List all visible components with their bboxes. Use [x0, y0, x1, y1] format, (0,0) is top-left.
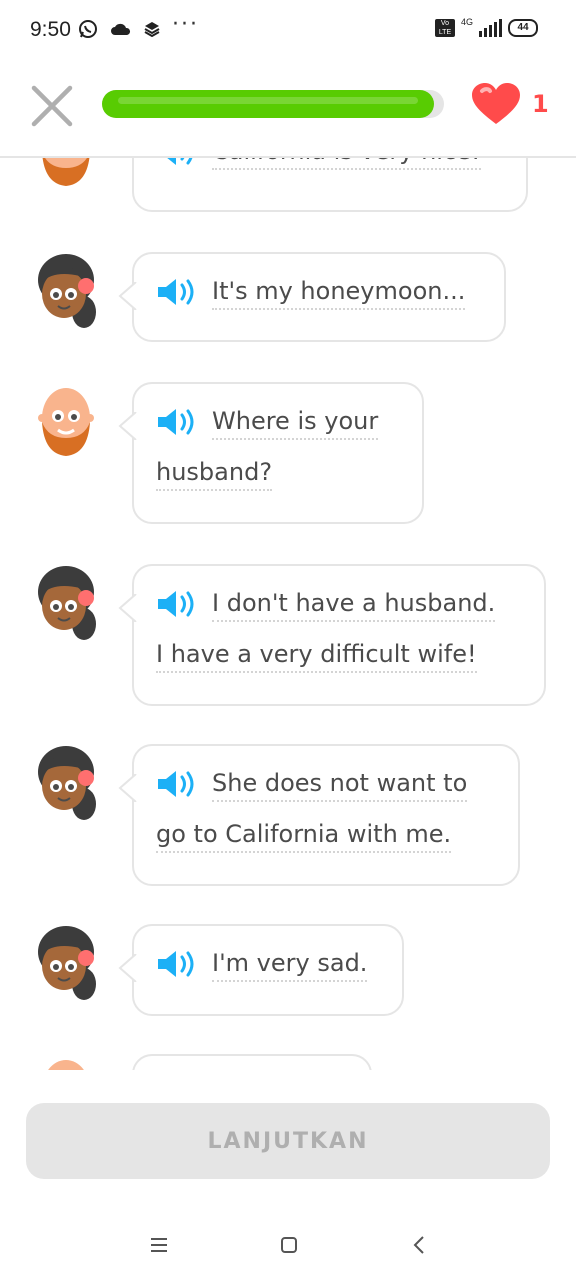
speaker-icon[interactable]	[156, 766, 196, 797]
menu-icon	[151, 1238, 167, 1252]
heart-icon	[472, 83, 520, 124]
hearts-counter[interactable]: 1	[470, 82, 549, 126]
close-icon	[31, 85, 73, 127]
bubble-tail	[118, 954, 137, 982]
system-nav-bar	[0, 1210, 576, 1280]
status-system-icons: Vo LTE 4G 44	[434, 17, 538, 37]
bubble-tail	[118, 412, 137, 440]
lesson-progress-bar	[102, 90, 444, 118]
continue-button[interactable]: LANJUTKAN	[26, 1103, 550, 1179]
message-bubble	[132, 1054, 372, 1070]
message-bubble: I don't have a husband. I have a very di…	[118, 564, 546, 706]
whatsapp-icon	[79, 20, 97, 38]
message-bubble: California is very nice!	[132, 158, 528, 212]
man-avatar-icon	[42, 158, 90, 186]
speaker-icon[interactable]	[156, 274, 196, 305]
woman-avatar-icon	[38, 566, 96, 640]
cloud-icon	[111, 23, 131, 35]
speaker-icon[interactable]	[156, 158, 196, 165]
speaker-icon[interactable]	[156, 586, 196, 617]
battery-icon: 44	[508, 19, 538, 37]
nav-back-button[interactable]	[404, 1230, 434, 1260]
bubble-tail	[118, 594, 137, 622]
message-line[interactable]: I'm very sad.	[212, 949, 368, 982]
woman-avatar-icon	[38, 254, 96, 328]
home-icon	[281, 1237, 297, 1253]
message-line[interactable]: It's my honeymoon...	[212, 277, 466, 310]
footer: LANJUTKAN	[0, 1070, 576, 1210]
status-bar: 9:50 ··· Vo LTE 4G 44	[0, 0, 576, 62]
layers-icon	[144, 22, 160, 37]
man-avatar-icon	[48, 1060, 84, 1070]
message-line[interactable]: I have a very difficult wife!	[156, 640, 477, 673]
back-icon	[413, 1236, 424, 1254]
status-notification-icons	[78, 19, 160, 39]
lesson-progress-shine	[118, 97, 418, 104]
hearts-count: 1	[532, 90, 549, 118]
bubble-tail	[118, 774, 137, 802]
man-avatar-icon	[38, 388, 94, 456]
lesson-header: 1	[0, 62, 576, 158]
speaker-icon[interactable]	[156, 946, 196, 977]
close-button[interactable]	[30, 84, 74, 128]
woman-avatar-icon	[38, 746, 96, 820]
volte-icon: Vo LTE	[434, 19, 455, 37]
woman-avatar-icon	[38, 926, 96, 1000]
speaker-icon[interactable]	[156, 404, 196, 435]
message-bubble: It's my honeymoon...	[118, 252, 506, 342]
message-line[interactable]: Where is your	[212, 407, 379, 440]
message-line[interactable]: I don't have a husband.	[212, 589, 496, 622]
message-bubble: She does not want to go to California wi…	[118, 744, 520, 886]
more-notifications-icon: ···	[172, 12, 199, 37]
status-time: 9:50	[30, 18, 71, 41]
message-line[interactable]: She does not want to	[212, 769, 468, 802]
lesson-progress-fill	[102, 90, 434, 118]
network-type: 4G	[460, 17, 473, 27]
message-line[interactable]: go to California with me.	[156, 820, 452, 853]
conversation: California is very nice! It's my honeymo…	[0, 158, 576, 1070]
message-bubble: Where is your husband?	[118, 382, 424, 524]
bubble-tail	[118, 282, 137, 310]
message-line[interactable]: California is very nice!	[212, 158, 481, 170]
message-line[interactable]: husband?	[156, 458, 273, 491]
message-bubble: I'm very sad.	[118, 924, 404, 1016]
nav-home-button[interactable]	[274, 1230, 304, 1260]
signal-icon	[479, 19, 502, 37]
nav-menu-button[interactable]	[144, 1230, 174, 1260]
